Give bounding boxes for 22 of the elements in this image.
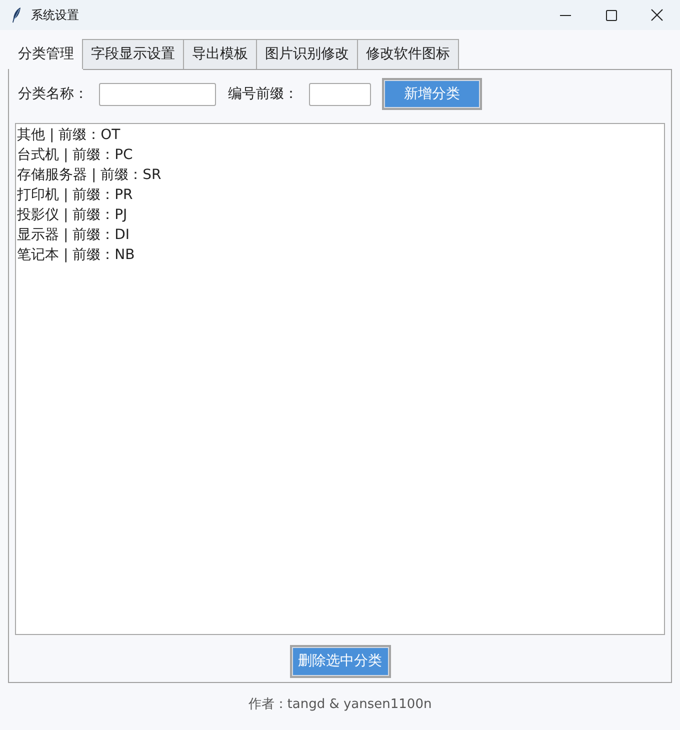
- close-icon: [651, 9, 663, 21]
- category-list[interactable]: 其他 | 前缀：OT 台式机 | 前缀：PC 存储服务器 | 前缀：SR 打印机 | 前缀：PR 投影仪 | 前缀：PJ 显示器 | 前缀：DI 笔记本 | 前缀：NB: [15, 123, 665, 635]
- window-title: 系统设置: [31, 7, 79, 24]
- minimize-icon: [560, 14, 570, 16]
- list-item[interactable]: 投影仪 | 前缀：PJ: [16, 205, 664, 225]
- list-item[interactable]: 其他 | 前缀：OT: [16, 125, 664, 145]
- tab[interactable]: 图片识别修改: [256, 39, 358, 69]
- list-item[interactable]: 打印机 | 前缀：PR: [16, 185, 664, 205]
- field-label: 分类名称：: [18, 84, 88, 104]
- list-item[interactable]: 存储服务器 | 前缀：SR: [16, 165, 664, 185]
- input-field[interactable]: [99, 82, 216, 106]
- list-item[interactable]: 笔记本 | 前缀：NB: [16, 245, 664, 265]
- tab[interactable]: 字段显示设置: [82, 39, 184, 69]
- tab[interactable]: 导出模板: [183, 39, 257, 69]
- field-label: 编号前缀：: [228, 84, 298, 104]
- list-item[interactable]: 显示器 | 前缀：DI: [16, 225, 664, 245]
- maximize-icon: [606, 10, 616, 20]
- input-field[interactable]: [309, 82, 371, 106]
- feather-icon: [12, 7, 21, 23]
- list-item[interactable]: 台式机 | 前缀：PC: [16, 145, 664, 165]
- tab[interactable]: 修改软件图标: [357, 39, 459, 69]
- author-credit: 作者：tangd & yansen1100n: [248, 696, 432, 714]
